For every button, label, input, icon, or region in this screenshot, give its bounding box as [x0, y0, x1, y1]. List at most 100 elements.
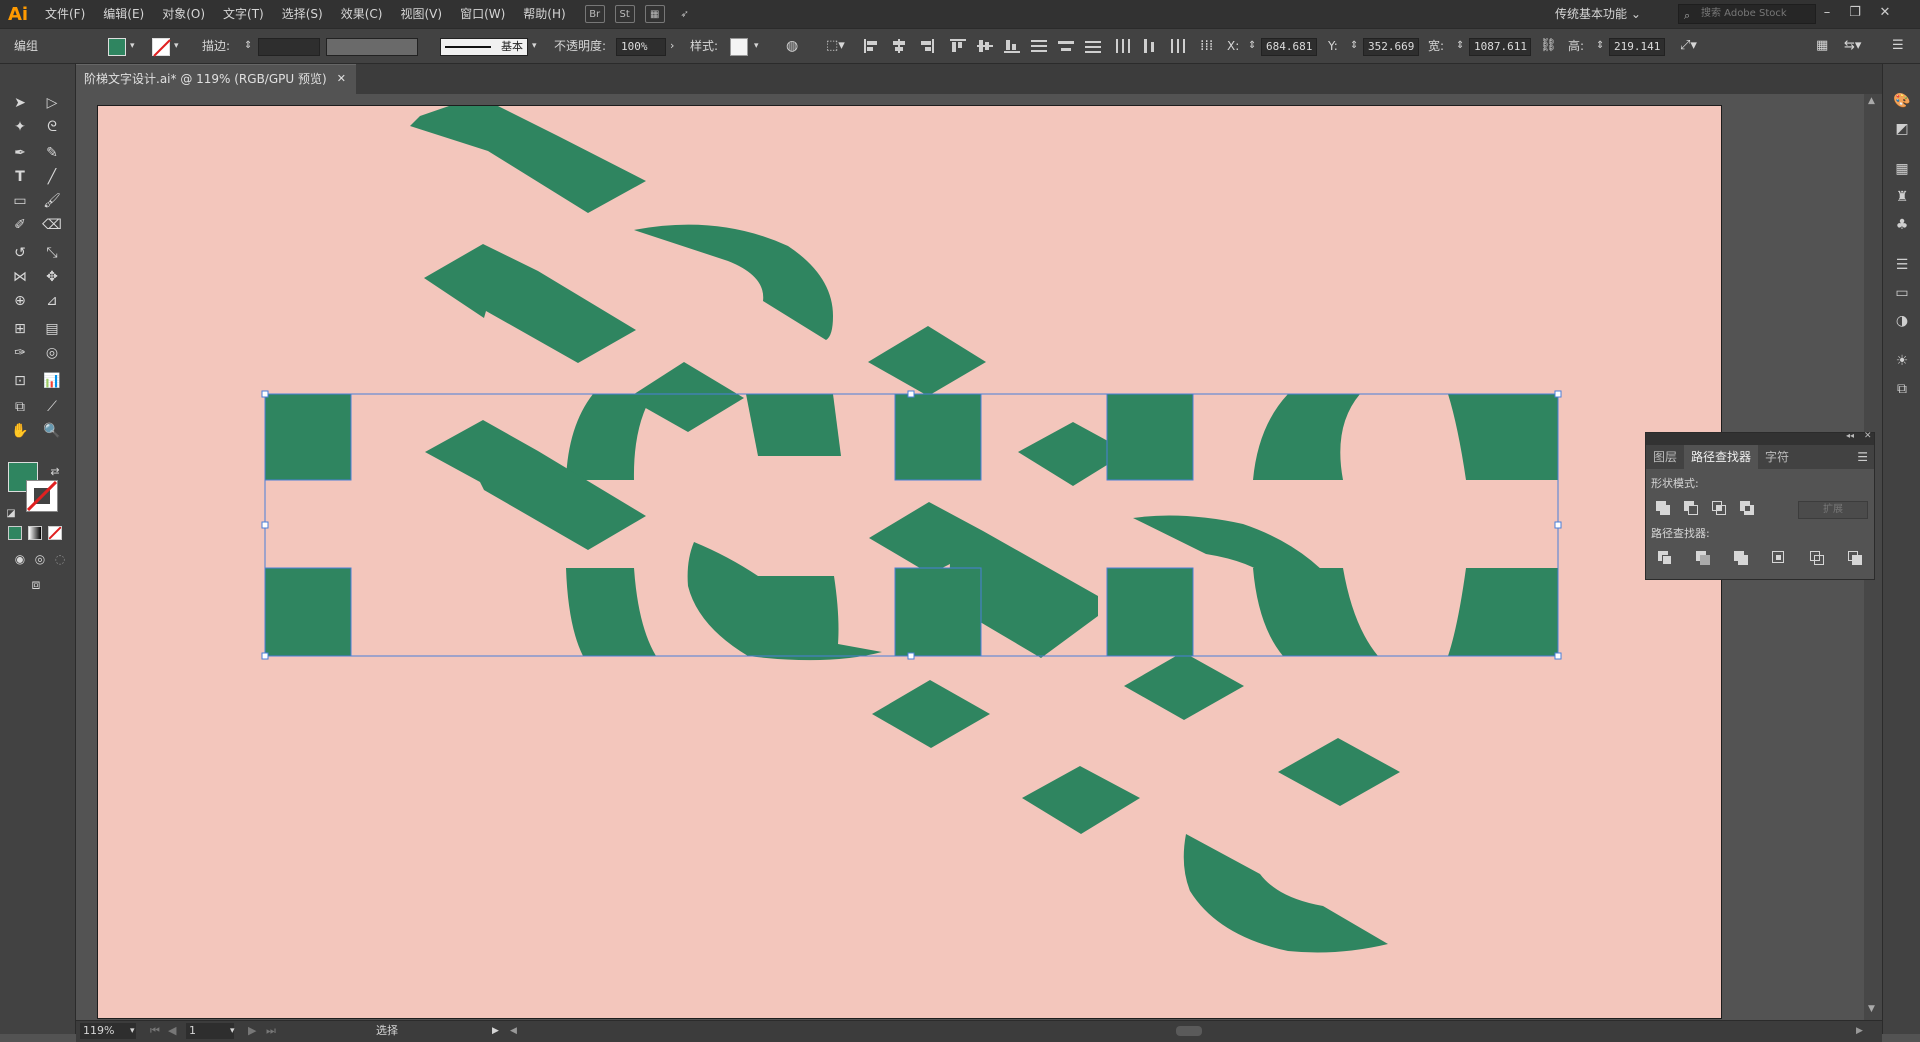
chevron-right-icon[interactable]: ›	[670, 29, 674, 63]
shape-fragment[interactable]	[1124, 652, 1244, 720]
stroke-weight-dropdown[interactable]	[258, 38, 320, 56]
shape-fragment[interactable]	[1448, 394, 1558, 480]
y-input[interactable]: 352.669	[1363, 38, 1419, 56]
zoom-level-input[interactable]: 119%	[80, 1023, 136, 1039]
shape-fragment[interactable]	[1022, 766, 1140, 834]
shape-fragment[interactable]	[265, 394, 351, 480]
swap-colors-icon[interactable]: ⇄	[48, 460, 62, 482]
collapse-panel-icon[interactable]: ◂◂	[1846, 431, 1854, 440]
gpu-performance-icon[interactable]: ➶	[675, 5, 695, 23]
link-proportions-icon[interactable]: ⛓	[1540, 29, 1557, 63]
stroke-panel-icon[interactable]: ☰	[1892, 256, 1912, 274]
stock-search-input[interactable]: ⌕ 搜索 Adobe Stock	[1678, 4, 1816, 24]
shape-fragment[interactable]	[746, 394, 841, 456]
resize-handle[interactable]	[1554, 390, 1562, 398]
scroll-up-icon[interactable]: ▲	[1868, 96, 1875, 106]
shape-fragment[interactable]	[566, 394, 653, 480]
blend-tool-icon[interactable]: ◎	[40, 342, 64, 364]
align-to-icon[interactable]: ⬚▾	[826, 29, 845, 63]
distribute-top-icon[interactable]	[1031, 39, 1047, 53]
shape-fragment[interactable]	[1253, 568, 1378, 656]
shape-fragment[interactable]	[895, 394, 981, 480]
symbol-sprayer-tool-icon[interactable]: ⊡	[8, 370, 32, 392]
transform-options-icon[interactable]: ⤢▾	[1680, 29, 1697, 63]
tab-layers[interactable]: 图层	[1646, 445, 1684, 469]
resize-handle[interactable]	[907, 652, 915, 660]
divide-icon[interactable]	[1656, 549, 1674, 567]
tab-pathfinder[interactable]: 路径查找器	[1684, 445, 1759, 469]
artboard-tool-icon[interactable]: ⧉	[8, 396, 32, 418]
document-tab[interactable]: 阶梯文字设计.ai* @ 119% (RGB/GPU 预览) ✕	[76, 64, 356, 94]
merge-icon[interactable]	[1732, 549, 1750, 567]
y-stepper[interactable]: ⇕	[1350, 29, 1358, 63]
hand-tool-icon[interactable]: ✋	[8, 420, 32, 442]
graphic-styles-icon[interactable]: ⧉	[1892, 380, 1912, 398]
gradient-tool-icon[interactable]: ▤	[40, 318, 64, 340]
crop-icon[interactable]	[1770, 549, 1788, 567]
distribute-horizontal-center-icon[interactable]	[1142, 39, 1158, 53]
stock-button[interactable]: St	[614, 5, 635, 23]
chevron-down-icon[interactable]: ▾	[230, 1023, 235, 1039]
scroll-down-icon[interactable]: ▼	[1868, 1004, 1875, 1014]
first-page-icon[interactable]: ⏮	[150, 1023, 160, 1039]
shape-fragment[interactable]	[566, 568, 656, 656]
shape-fragment[interactable]	[1253, 394, 1360, 480]
screen-mode-icon[interactable]: ⧈	[24, 574, 48, 596]
chevron-down-icon[interactable]: ▾	[130, 1023, 135, 1039]
horizontal-scroll-thumb[interactable]	[1176, 1026, 1202, 1036]
tab-character[interactable]: 字符	[1758, 445, 1796, 469]
height-stepper[interactable]: ⇕	[1596, 29, 1604, 63]
chevron-down-icon[interactable]: ▾	[174, 29, 179, 63]
stroke-color-swatch[interactable]	[26, 480, 58, 512]
column-graph-tool-icon[interactable]: 📊	[40, 370, 64, 392]
chevron-down-icon[interactable]: ▾	[754, 29, 759, 63]
outline-icon[interactable]	[1808, 549, 1826, 567]
bridge-button[interactable]: Br	[584, 5, 605, 23]
brush-definition-dropdown[interactable]: 基本	[440, 38, 528, 56]
fill-swatch[interactable]	[108, 38, 126, 56]
eyedropper-tool-icon[interactable]: ✑	[8, 342, 32, 364]
resize-handle[interactable]	[261, 521, 269, 529]
scale-tool-icon[interactable]: ⤡	[40, 242, 64, 264]
trim-icon[interactable]	[1694, 549, 1712, 567]
pen-tool-icon[interactable]: ✒	[8, 142, 32, 164]
shape-fragment[interactable]	[872, 680, 990, 748]
variable-width-dropdown[interactable]	[326, 38, 418, 56]
width-input[interactable]: 1087.611	[1469, 38, 1531, 56]
artboard-number-input[interactable]: 1	[186, 1023, 234, 1039]
status-menu-icon[interactable]: ▶	[492, 1023, 499, 1039]
intersect-icon[interactable]	[1710, 499, 1728, 517]
none-mode-icon[interactable]	[48, 526, 62, 540]
default-colors-icon[interactable]: ◪	[4, 502, 18, 524]
draw-inside-icon[interactable]: ◌	[48, 548, 72, 570]
menu-window[interactable]: 窗口(W)	[451, 0, 514, 28]
artboard[interactable]	[97, 105, 1722, 1019]
minus-back-icon[interactable]	[1846, 549, 1864, 567]
puppet-warp-tool-icon[interactable]: ✥	[40, 266, 64, 288]
shape-fragment[interactable]	[1107, 568, 1193, 656]
distribute-left-icon[interactable]	[1115, 39, 1131, 53]
menu-effect[interactable]: 效果(C)	[332, 0, 392, 28]
curvature-tool-icon[interactable]: ✎	[40, 142, 64, 164]
chevron-down-icon[interactable]: ▾	[532, 29, 537, 63]
transform-reference-icon[interactable]: ⁞⁞⁞	[1200, 29, 1213, 63]
height-input[interactable]: 219.141	[1609, 38, 1665, 56]
previous-page-icon[interactable]: ◀	[168, 1023, 176, 1039]
color-mode-icon[interactable]	[8, 526, 22, 540]
shape-fragment[interactable]	[1278, 738, 1400, 806]
shape-fragment[interactable]	[868, 326, 986, 396]
menu-type[interactable]: 文字(T)	[214, 0, 273, 28]
lasso-tool-icon[interactable]: ᘓ	[40, 116, 64, 138]
expand-button[interactable]: 扩展	[1798, 501, 1868, 519]
align-right-icon[interactable]	[918, 39, 934, 53]
zoom-tool-icon[interactable]: 🔍	[40, 420, 64, 442]
panel-options-icon[interactable]: ⇆▾	[1844, 29, 1861, 63]
appearance-icon[interactable]: ☀	[1892, 352, 1912, 370]
next-page-icon[interactable]: ▶	[248, 1023, 256, 1039]
close-tab-icon[interactable]: ✕	[337, 65, 346, 93]
menu-help[interactable]: 帮助(H)	[514, 0, 574, 28]
rectangle-tool-icon[interactable]: ▭	[8, 190, 32, 212]
width-stepper[interactable]: ⇕	[1456, 29, 1464, 63]
width-tool-icon[interactable]: ⋈	[8, 266, 32, 288]
close-panel-icon[interactable]: ✕	[1864, 431, 1872, 441]
